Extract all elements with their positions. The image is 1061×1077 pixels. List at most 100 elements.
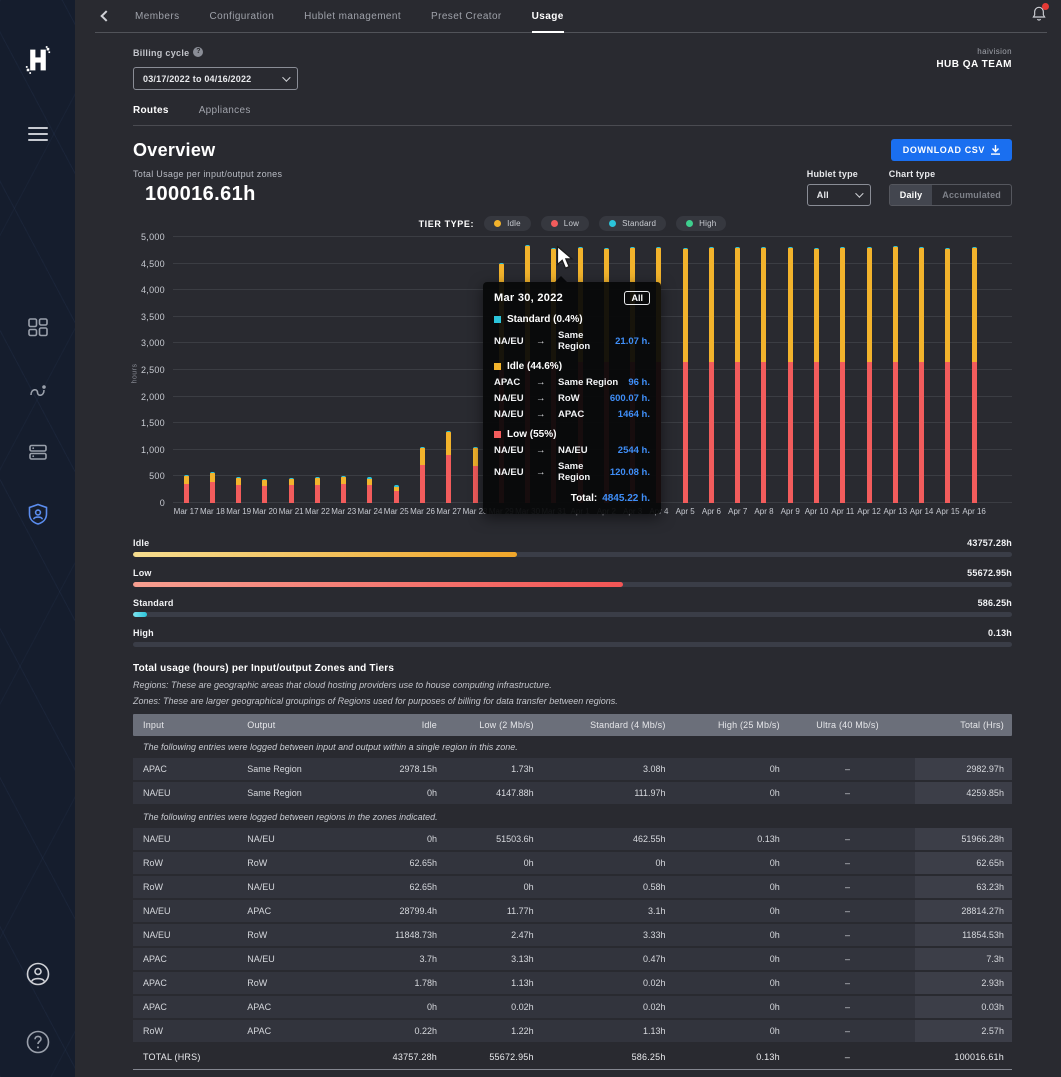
table-title: Total usage (hours) per Input/output Zon… [133,663,1012,674]
tab-appliances[interactable]: Appliances [199,105,251,125]
cell: 0.02h [564,978,696,988]
help-icon[interactable] [25,1029,51,1055]
hublet-type-value: All [817,190,847,200]
bar-mar-21[interactable] [289,478,294,503]
cell: High (25 Mb/s) [696,720,810,730]
tab-preset-creator[interactable]: Preset Creator [431,0,502,32]
route-value: 1464 h. [618,409,650,420]
bar-apr-5[interactable] [683,248,688,503]
cell: 62.65h [388,858,467,868]
billing-cycle-value: 03/17/2022 to 04/16/2022 [143,74,274,84]
bar-segment-low [945,362,950,503]
download-icon [991,145,1000,155]
chart-type-daily-button[interactable]: Daily [890,185,933,205]
usage-table: InputOutputIdleLow (2 Mb/s)Standard (4 M… [133,714,1012,1070]
billing-cycle-label: Billing cycle [133,48,189,58]
admin-shield-icon[interactable] [25,501,51,527]
bar-mar-20[interactable] [262,479,267,503]
bar-apr-8[interactable] [761,247,766,503]
top-navigation: Members Configuration Hublet management … [95,0,1047,33]
bar-apr-16[interactable] [972,247,977,503]
legend-pill-high[interactable]: High [676,216,726,231]
y-tick-label: 0 [160,498,165,508]
table-header-row: InputOutputIdleLow (2 Mb/s)Standard (4 M… [133,714,1012,736]
bar-mar-19[interactable] [236,477,241,503]
bar-apr-9[interactable] [788,247,793,503]
cell: 11854.53h [915,924,1012,946]
bar-apr-15[interactable] [945,248,950,503]
bar-mar-27[interactable] [446,431,451,503]
cell: APAC [133,978,247,988]
x-tick-label: Apr 8 [751,507,777,516]
tooltip-route-row: NA/EU→RoW600.07 h. [494,393,650,404]
bar-slot [961,237,987,503]
chart-type-accumulated-button[interactable]: Accumulated [932,185,1011,205]
legend-pill-low[interactable]: Low [541,216,589,231]
account-icon[interactable] [25,961,51,987]
route-to: Same Region [558,461,610,483]
tier-swatch [494,363,501,370]
bar-slot [751,237,777,503]
cell: Total (Hrs) [915,720,1012,730]
bar-segment-low [341,484,346,503]
bar-apr-12[interactable] [867,247,872,503]
bar-apr-10[interactable] [814,248,819,503]
bar-mar-18[interactable] [210,472,215,503]
cell: – [810,930,915,940]
bar-apr-13[interactable] [893,246,898,503]
bar-mar-28[interactable] [473,447,478,503]
tab-routes[interactable]: Routes [133,105,169,125]
haivision-logo-icon[interactable] [25,47,51,73]
bar-mar-24[interactable] [367,477,372,503]
cell: 4147.88h [467,788,564,798]
tab-configuration[interactable]: Configuration [209,0,274,32]
bar-mar-23[interactable] [341,476,346,503]
bar-segment-idle [814,249,819,362]
bar-apr-11[interactable] [840,247,845,503]
hublet-type-control: Hublet type All [807,169,871,206]
cell: 62.65h [388,882,467,892]
cell: 0h [696,1002,810,1012]
route-to: Same Region [558,377,628,388]
bar-slot [383,237,409,503]
appliances-icon[interactable] [25,439,51,465]
tooltip-tier-heading: Standard (0.4%) [494,314,650,325]
back-chevron-icon[interactable] [95,5,117,27]
summary-track [133,552,1012,557]
bar-slot [409,237,435,503]
arrow-right-icon: → [536,445,558,456]
chevron-down-icon [855,189,863,197]
bar-mar-26[interactable] [420,447,425,503]
menu-icon[interactable] [25,121,51,147]
legend-pill-idle[interactable]: Idle [484,216,531,231]
legend-label: Standard [622,219,656,228]
chevron-down-icon [282,73,290,81]
legend-pill-standard[interactable]: Standard [599,216,666,231]
bar-mar-25[interactable] [394,485,399,503]
notifications-bell-icon[interactable] [1031,5,1047,28]
tab-usage[interactable]: Usage [532,0,564,32]
bar-slot [173,237,199,503]
cell: NA/EU [133,788,247,798]
route-from: NA/EU [494,393,536,404]
bar-apr-7[interactable] [735,247,740,503]
tab-members[interactable]: Members [135,0,179,32]
hublet-type-select[interactable]: All [807,184,871,206]
billing-cycle-select[interactable]: 03/17/2022 to 04/16/2022 [133,67,298,90]
x-tick-label: Mar 19 [226,507,252,516]
routes-icon[interactable] [25,377,51,403]
cell: 0h [696,978,810,988]
route-value: 600.07 h. [610,393,650,404]
bar-apr-6[interactable] [709,247,714,503]
bar-mar-17[interactable] [184,475,189,503]
bar-apr-14[interactable] [919,247,924,503]
billing-info-icon[interactable]: ? [193,47,203,57]
cell: 2978.15h [388,764,467,774]
dashboard-icon[interactable] [25,315,51,341]
cell: Same Region [247,764,388,774]
bar-mar-22[interactable] [315,477,320,503]
cell: 0.58h [564,882,696,892]
tab-hublet-management[interactable]: Hublet management [304,0,401,32]
bar-segment-low [683,362,688,503]
download-csv-button[interactable]: DOWNLOAD CSV [891,139,1012,161]
